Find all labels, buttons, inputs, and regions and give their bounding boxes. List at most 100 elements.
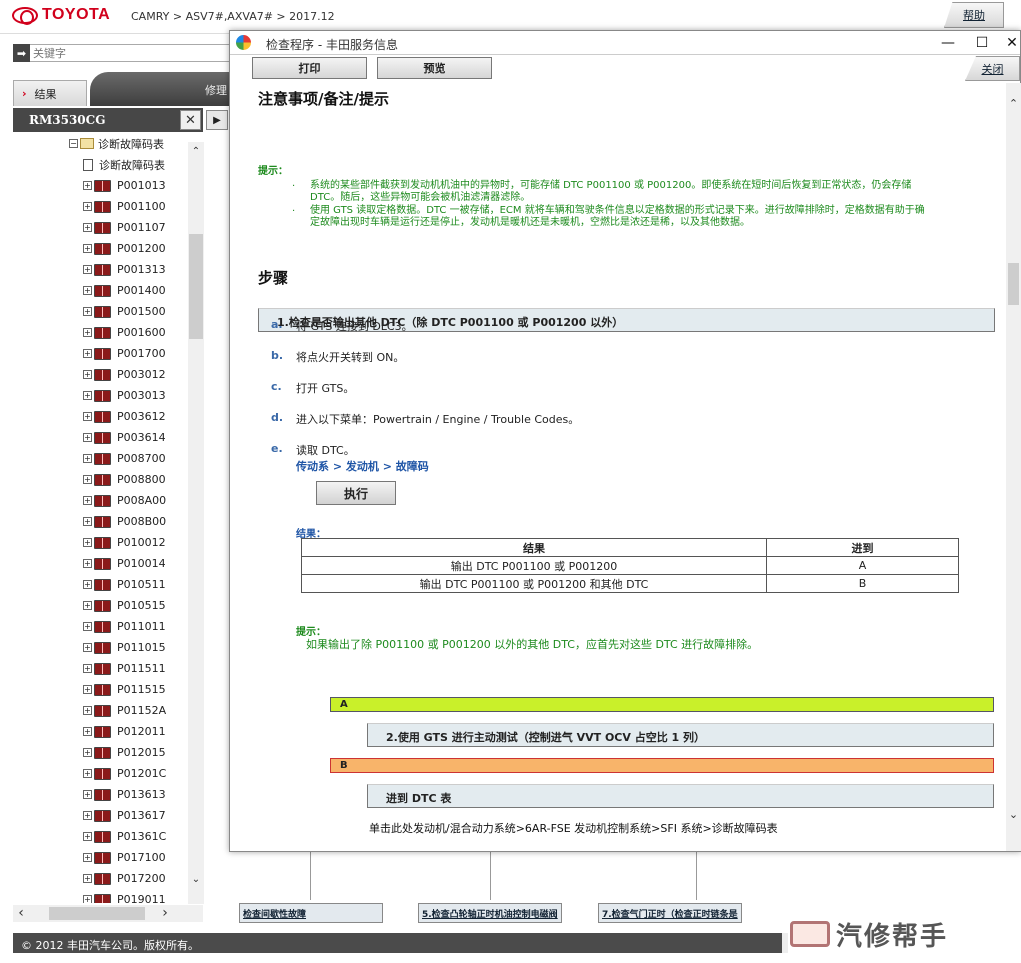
scroll-down-icon[interactable]: ⌄ [1006, 808, 1021, 821]
scroll-right-icon[interactable]: › [157, 905, 173, 921]
tree-item-code[interactable]: + P011511 [83, 658, 166, 679]
scroll-left-icon[interactable]: ‹ [13, 905, 29, 921]
tab-repair[interactable]: 修理 [90, 72, 240, 106]
tree-item-code[interactable]: + P001100 [83, 196, 166, 217]
dtc-table-link[interactable]: 单击此处发动机/混合动力系统>6AR-FSE 发动机控制系统>SFI 系统>诊断… [369, 820, 778, 836]
expand-icon[interactable]: + [83, 559, 92, 568]
tree-item-code[interactable]: + P013613 [83, 784, 166, 805]
tree-item-code[interactable]: + P003612 [83, 406, 166, 427]
flow-box[interactable]: 检查间歇性故障 [239, 903, 383, 923]
tree-item-code[interactable]: + P008B00 [83, 511, 166, 532]
help-button[interactable]: 帮助 [944, 2, 1004, 28]
tree-item-code[interactable]: + P001013 [83, 175, 166, 196]
scrollbar-thumb[interactable] [189, 234, 203, 339]
expand-icon[interactable]: + [83, 517, 92, 526]
expand-icon[interactable]: + [83, 181, 92, 190]
expand-icon[interactable]: + [83, 307, 92, 316]
expand-icon[interactable]: + [83, 244, 92, 253]
scrollbar-thumb[interactable] [49, 907, 145, 920]
expand-icon[interactable]: + [83, 349, 92, 358]
tree-item-code[interactable]: + P017200 [83, 868, 166, 889]
tree-item-root[interactable]: − 诊断故障码表 [69, 133, 164, 154]
tree-item-code[interactable]: + P012011 [83, 721, 166, 742]
expand-icon[interactable]: + [83, 370, 92, 379]
print-button[interactable]: 打印 [252, 57, 367, 79]
expand-icon[interactable]: + [83, 202, 92, 211]
expand-icon[interactable]: + [83, 433, 92, 442]
tree-item-code[interactable]: + P010511 [83, 574, 166, 595]
minimize-icon[interactable]: — [936, 33, 960, 53]
expand-icon[interactable]: + [83, 790, 92, 799]
scroll-up-icon[interactable]: ⌃ [1006, 97, 1021, 110]
scroll-down-icon[interactable]: ⌄ [188, 874, 204, 890]
scroll-up-icon[interactable]: ⌃ [188, 146, 204, 162]
tree-item-code[interactable]: + P010012 [83, 532, 166, 553]
expand-icon[interactable]: + [83, 769, 92, 778]
expand-icon[interactable]: + [83, 664, 92, 673]
expand-icon[interactable]: + [83, 685, 92, 694]
expand-icon[interactable]: + [83, 580, 92, 589]
tree-item-code[interactable]: + P011011 [83, 616, 166, 637]
expand-icon[interactable]: + [83, 874, 92, 883]
close-document-icon[interactable]: ✕ [180, 110, 201, 130]
expand-icon[interactable]: + [83, 601, 92, 610]
tree-item-code[interactable]: + P001500 [83, 301, 166, 322]
tree-item-code[interactable]: + P001400 [83, 280, 166, 301]
preview-button[interactable]: 预览 [377, 57, 492, 79]
expand-icon[interactable]: + [83, 853, 92, 862]
expand-icon[interactable]: + [83, 391, 92, 400]
maximize-icon[interactable]: ☐ [970, 33, 994, 53]
tree-item-code[interactable]: + P008800 [83, 469, 166, 490]
flow-box[interactable]: 5.检查凸轮轴正时机油控制电磁阀 [418, 903, 562, 923]
tree-item-code[interactable]: + P010515 [83, 595, 166, 616]
tree-item-code[interactable]: + P008700 [83, 448, 166, 469]
expand-icon[interactable]: + [83, 643, 92, 652]
expand-icon[interactable]: + [83, 748, 92, 757]
search-go-icon[interactable]: ➡ [13, 44, 30, 62]
expand-icon[interactable]: + [83, 496, 92, 505]
collapse-icon[interactable]: − [69, 139, 78, 148]
tree-item-code[interactable]: + P011515 [83, 679, 166, 700]
expand-icon[interactable]: + [83, 475, 92, 484]
tree-item-code[interactable]: + P019011 [83, 889, 166, 903]
tree-item-code[interactable]: + P001200 [83, 238, 166, 259]
tree-item-code[interactable]: + P01201C [83, 763, 166, 784]
expand-icon[interactable]: + [83, 622, 92, 631]
tree-item-code[interactable]: + P001700 [83, 343, 166, 364]
expand-icon[interactable]: + [83, 727, 92, 736]
tree-item-code[interactable]: + P013617 [83, 805, 166, 826]
close-button[interactable]: 关闭 [965, 56, 1020, 81]
tree-item-code[interactable]: + P001600 [83, 322, 166, 343]
search-input[interactable] [30, 44, 245, 62]
tree-item-code[interactable]: + P003614 [83, 427, 166, 448]
tree-horizontal-scrollbar[interactable]: ‹ › [13, 905, 203, 922]
execute-button[interactable]: 执行 [316, 481, 396, 505]
tree-item-code[interactable]: + P003013 [83, 385, 166, 406]
expand-icon[interactable]: + [83, 832, 92, 841]
tab-result[interactable]: › 结果 [13, 80, 87, 106]
tree-item-code[interactable]: + P017100 [83, 847, 166, 868]
tree-item-code[interactable]: + P003012 [83, 364, 166, 385]
expand-icon[interactable]: + [83, 538, 92, 547]
flow-box[interactable]: 7.检查气门正时（检查正时链条是 [598, 903, 742, 923]
tree-item-code[interactable]: + P012015 [83, 742, 166, 763]
tree-item-code[interactable]: + P001313 [83, 259, 166, 280]
play-next-icon[interactable]: ▶ [206, 110, 228, 130]
expand-icon[interactable]: + [83, 223, 92, 232]
content-vertical-scrollbar[interactable]: ⌃ ⌄ [1006, 83, 1021, 851]
expand-icon[interactable]: + [83, 286, 92, 295]
tree-item-code[interactable]: + P01152A [83, 700, 166, 721]
scrollbar-thumb[interactable] [1008, 263, 1019, 305]
tree-item-code[interactable]: + P011015 [83, 637, 166, 658]
expand-icon[interactable]: + [83, 454, 92, 463]
tree-item-code[interactable]: + P010014 [83, 553, 166, 574]
tree-item-code[interactable]: + P008A00 [83, 490, 166, 511]
expand-icon[interactable]: + [83, 706, 92, 715]
close-window-icon[interactable]: ✕ [1000, 33, 1021, 53]
expand-icon[interactable]: + [83, 811, 92, 820]
expand-icon[interactable]: + [83, 895, 92, 903]
tree-item-code[interactable]: + P01361C [83, 826, 166, 847]
expand-icon[interactable]: + [83, 328, 92, 337]
expand-icon[interactable]: + [83, 265, 92, 274]
tree-item-doc[interactable]: 诊断故障码表 [83, 154, 165, 175]
